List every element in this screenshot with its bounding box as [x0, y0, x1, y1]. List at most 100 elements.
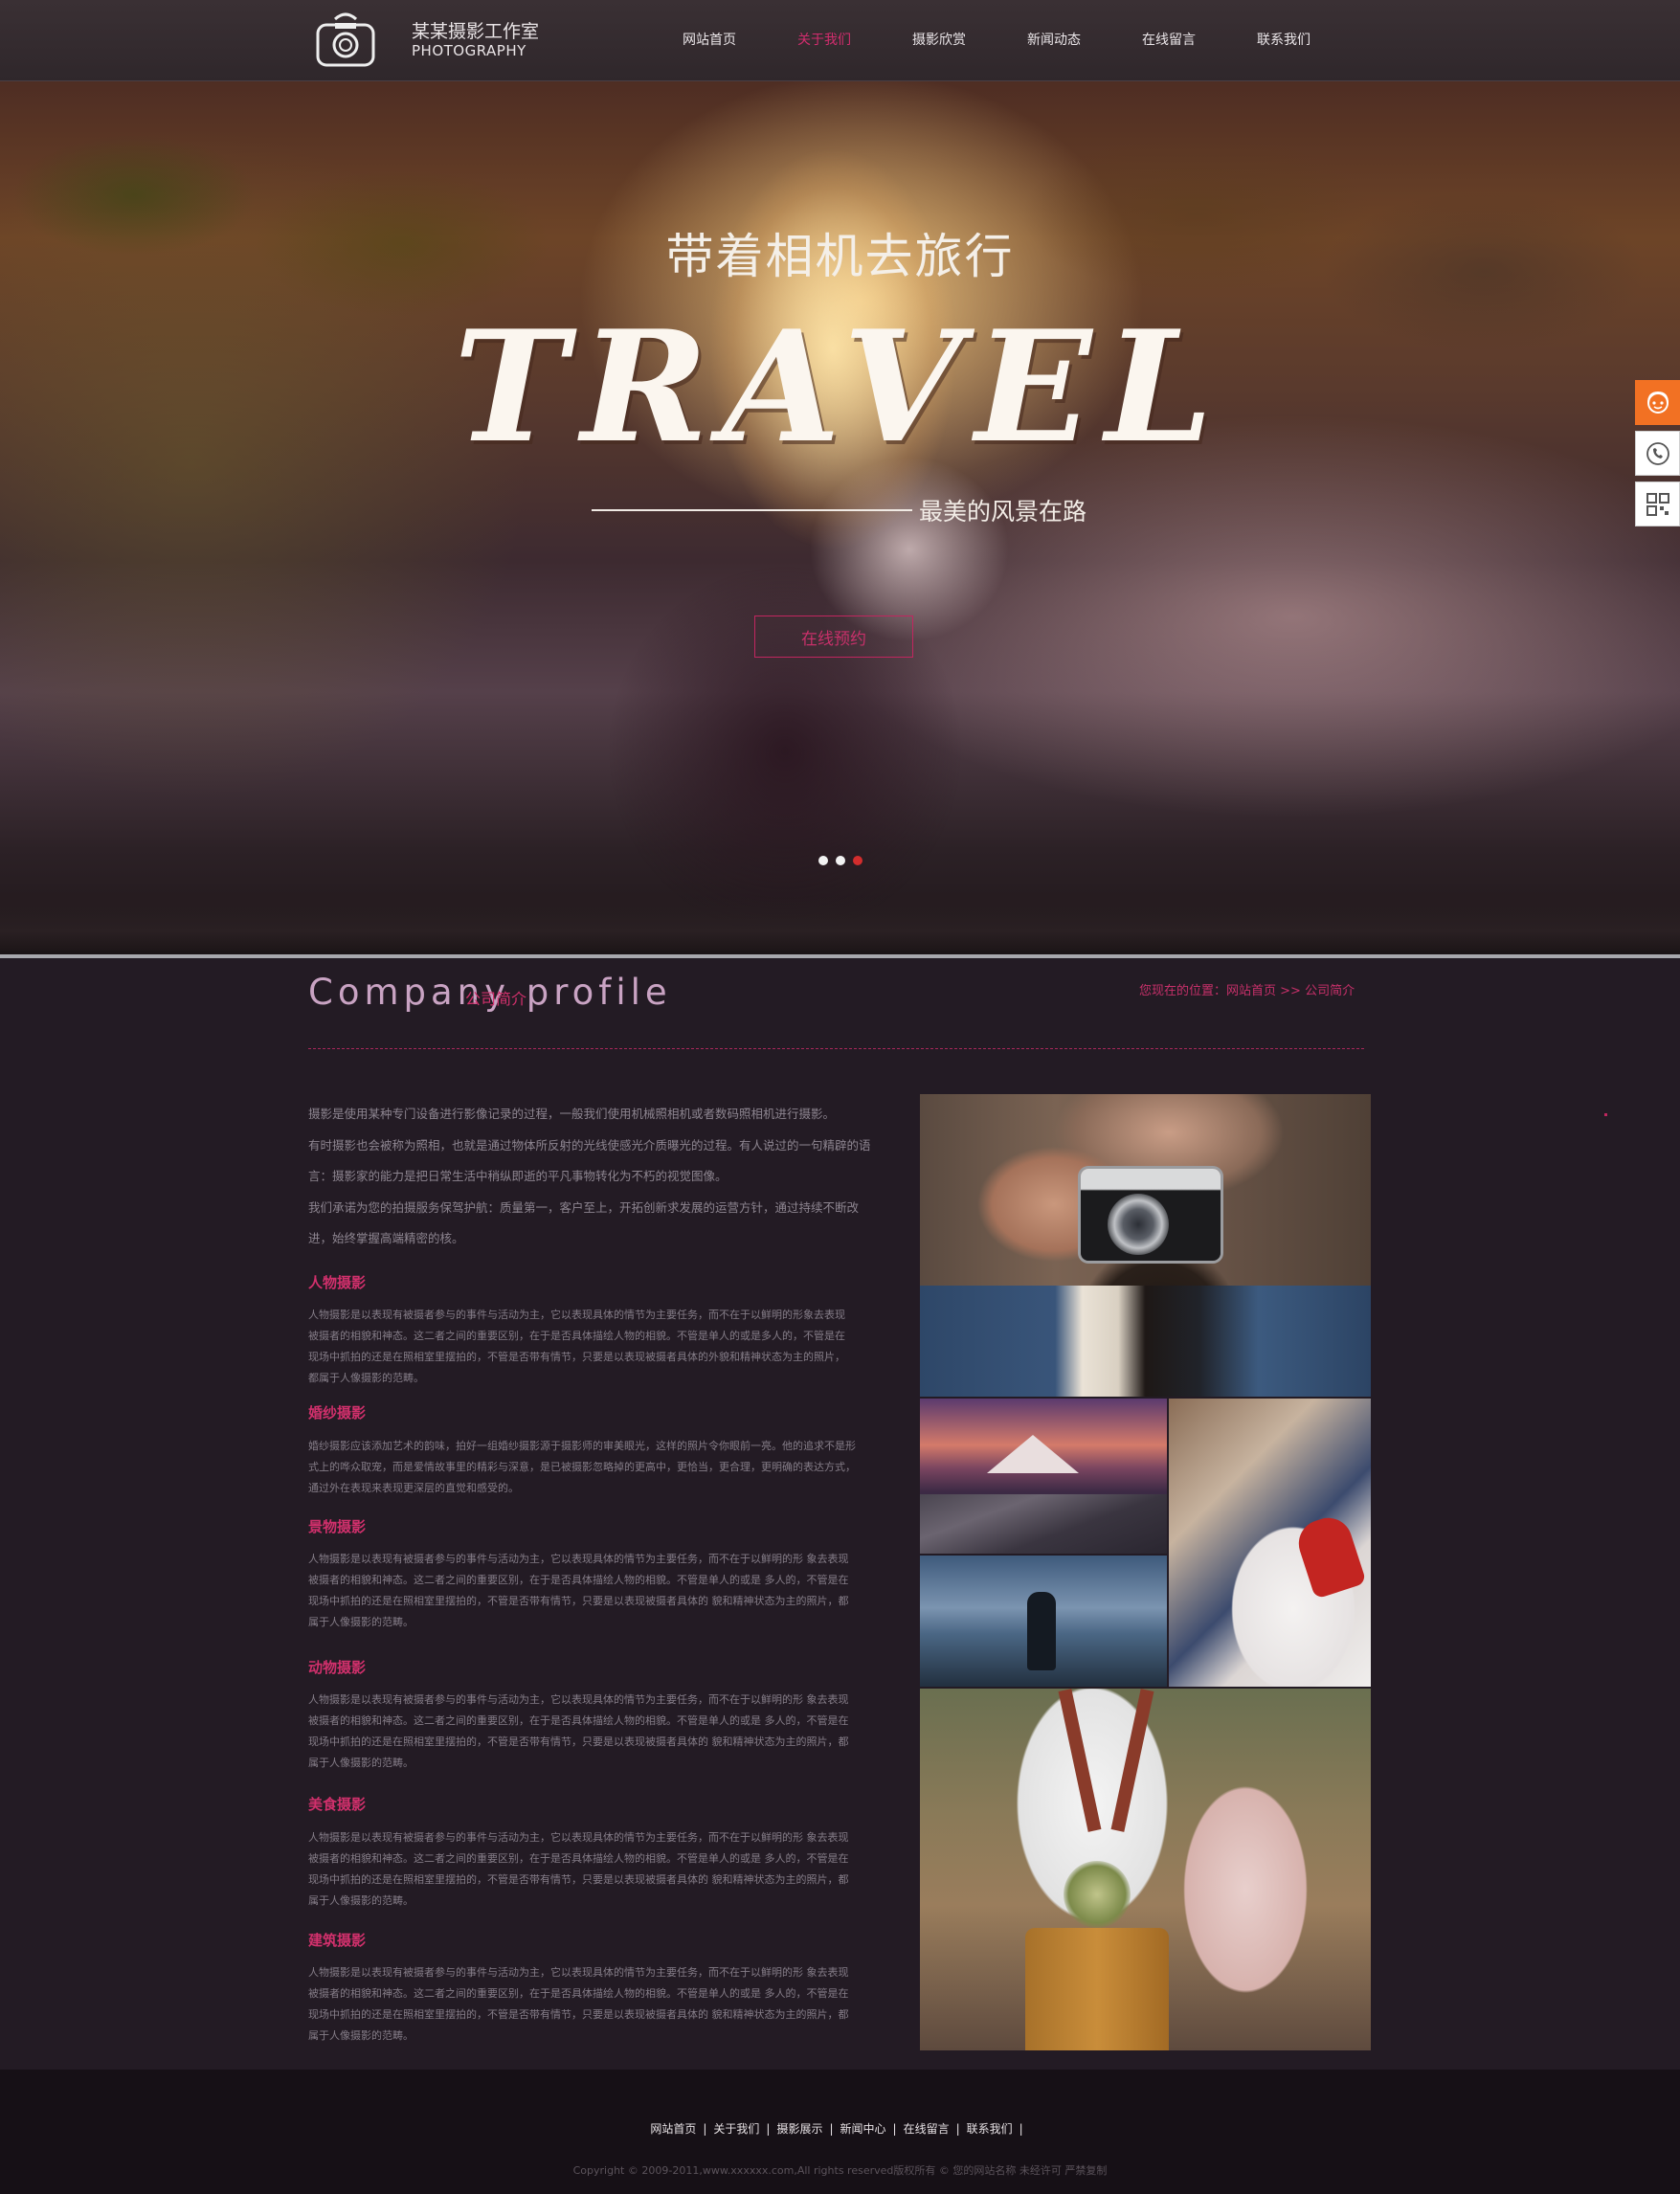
intro-line: 摄影是使用某种专门设备进行影像记录的过程，一般我们使用机械照相机或者数码照相机进…	[308, 1107, 836, 1121]
category-title-food: 美食摄影	[308, 1796, 367, 1813]
category-body-wedding: 婚纱摄影应该添加艺术的韵味，拍好一组婚纱摄影源于摄影师的审美眼光，这样的照片令你…	[308, 1436, 859, 1499]
hero-banner	[0, 80, 1680, 954]
footer-link-contact[interactable]: 联系我们	[967, 2122, 1013, 2136]
category-line: 现场中抓拍的还是在照相室里摆拍的，不管是否带有情节，只要是以表现被摄者具体的 貌…	[308, 1735, 849, 1748]
logo-subtitle[interactable]: PHOTOGRAPHY	[412, 42, 526, 59]
logo-title[interactable]: 某某摄影工作室	[412, 17, 539, 43]
snow-peak	[987, 1435, 1079, 1473]
category-line: 属于人像摄影的范畴。	[308, 1616, 414, 1628]
customer-service-button[interactable]	[1635, 380, 1680, 425]
category-body-animal: 人物摄影是以表现有被摄者参与的事件与活动为主，它以表现具体的情节为主要任务，而不…	[308, 1690, 859, 1774]
breadcrumb-prefix: 您现在的位置：	[1139, 984, 1227, 998]
qrcode-button[interactable]	[1635, 481, 1680, 526]
hero-title-en: TRAVEL	[453, 297, 1227, 477]
phone-button[interactable]	[1635, 431, 1680, 476]
hero-subtitle: 最美的风景在路	[919, 498, 1087, 526]
category-line: 式上的哗众取宠，而是爱情故事里的精彩与深意，是已被摄影忽略掉的更高中，更恰当，更…	[308, 1461, 856, 1473]
photo-man-with-camera	[920, 1094, 1371, 1397]
camera-logo-icon[interactable]	[314, 11, 377, 69]
category-line: 人物摄影是以表现有被摄者参与的事件与活动为主，它以表现具体的情节为主要任务，而不…	[308, 1693, 849, 1706]
category-body-scenery: 人物摄影是以表现有被摄者参与的事件与活动为主，它以表现具体的情节为主要任务，而不…	[308, 1549, 859, 1633]
category-line: 被摄者的相貌和神态。这二者之间的重要区别，在于是否具体描绘人物的相貌。不管是单人…	[308, 1330, 845, 1342]
footer-link-showcase[interactable]: 摄影展示	[776, 2122, 822, 2136]
intro-paragraph: 摄影是使用某种专门设备进行影像记录的过程，一般我们使用机械照相机或者数码照相机进…	[308, 1099, 897, 1255]
category-line: 现场中抓拍的还是在照相室里摆拍的，不管是否带有情节，只要是以表现被摄者具体的 貌…	[308, 1873, 849, 1886]
category-line: 被摄者的相貌和神态。这二者之间的重要区别，在于是否具体描绘人物的相貌。不管是单人…	[308, 1852, 849, 1865]
nav-about[interactable]: 关于我们	[797, 30, 851, 49]
camera-lens	[1108, 1194, 1169, 1255]
footer-link-home[interactable]: 网站首页	[650, 2122, 696, 2136]
category-body-portrait: 人物摄影是以表现有被摄者参与的事件与活动为主，它以表现具体的情节为主要任务，而不…	[308, 1305, 859, 1389]
hero-bottom-strip	[0, 954, 1680, 958]
phone-icon	[1646, 441, 1669, 465]
suspender-left	[1058, 1689, 1102, 1832]
category-body-architecture: 人物摄影是以表现有被摄者参与的事件与活动为主，它以表现具体的情节为主要任务，而不…	[308, 1962, 859, 2047]
nav-gallery[interactable]: 摄影欣赏	[912, 30, 966, 49]
foreground-rocks	[920, 1494, 1167, 1554]
intro-line: 言：摄影家的能力是把日常生活中稍纵即逝的平凡事物转化为不朽的视觉图像。	[308, 1169, 728, 1184]
category-line: 被摄者的相貌和神态。这二者之间的重要区别，在于是否具体描绘人物的相貌。不管是单人…	[308, 1574, 849, 1586]
denim-jacket	[920, 1286, 1371, 1397]
photo-couple-railway	[920, 1689, 1371, 2050]
section-title-cn: 公司简介	[465, 990, 527, 1008]
footer-separator: |	[829, 2122, 834, 2136]
category-title-portrait: 人物摄影	[308, 1274, 367, 1291]
category-line: 属于人像摄影的范畴。	[308, 1757, 414, 1769]
category-title-scenery: 景物摄影	[308, 1518, 367, 1535]
red-shoe	[1292, 1511, 1367, 1600]
intro-line: 有时摄影也会被称为照相，也就是通过物体所反射的光线使感光介质曝光的过程。有人说过…	[308, 1137, 871, 1153]
slide-dot-3[interactable]	[853, 856, 862, 865]
footer-link-about[interactable]: 关于我们	[713, 2122, 759, 2136]
flower-bouquet	[1064, 1861, 1131, 1928]
category-line: 婚纱摄影应该添加艺术的韵味，拍好一组婚纱摄影源于摄影师的审美眼光，这样的照片令你…	[308, 1440, 856, 1452]
footer-link-message[interactable]: 在线留言	[904, 2122, 950, 2136]
mustard-pants	[1025, 1928, 1169, 2050]
slide-dot-2[interactable]	[836, 856, 845, 865]
nav-contact[interactable]: 联系我们	[1257, 30, 1310, 49]
qrcode-icon	[1646, 492, 1669, 516]
hero-ground	[0, 897, 1680, 954]
category-line: 现场中抓拍的还是在照相室里摆拍的，不管是否带有情节，只要是以表现被摄者具体的 貌…	[308, 2008, 849, 2021]
category-line: 人物摄影是以表现有被摄者参与的事件与活动为主，它以表现具体的情节为主要任务，而不…	[308, 1966, 849, 1979]
nav-home[interactable]: 网站首页	[683, 30, 736, 49]
category-line: 被摄者的相貌和神态。这二者之间的重要区别，在于是否具体描绘人物的相貌。不管是单人…	[308, 1987, 849, 2000]
photo-mountain-sunset	[920, 1399, 1167, 1554]
section-dashed-divider	[308, 1048, 1364, 1049]
category-line: 现场中抓拍的还是在照相室里摆拍的，不管是否带有情节，只要是以表现被摄者具体的外貌…	[308, 1351, 845, 1363]
footer-separator: |	[766, 2122, 771, 2136]
copyright-text: Copyright © 2009-2011,www.xxxxxx.com,All…	[572, 2164, 1108, 2177]
category-line: 现场中抓拍的还是在照相室里摆拍的，不管是否带有情节，只要是以表现被摄者具体的 貌…	[308, 1595, 849, 1607]
breadcrumb-current-link[interactable]: 公司简介	[1305, 984, 1355, 998]
footer-separator: |	[703, 2122, 707, 2136]
nav-message[interactable]: 在线留言	[1142, 30, 1196, 49]
category-line: 都属于人像摄影的范畴。	[308, 1372, 424, 1384]
slide-dot-1[interactable]	[818, 856, 828, 865]
site-header: 某某摄影工作室 PHOTOGRAPHY 网站首页 关于我们 摄影欣赏 新闻动态 …	[0, 0, 1680, 81]
book-online-button[interactable]: 在线预约	[754, 616, 913, 658]
category-line: 人物摄影是以表现有被摄者参与的事件与活动为主，它以表现具体的情节为主要任务，而不…	[308, 1553, 849, 1565]
photo-wedding-shoe	[1169, 1399, 1371, 1687]
footer-separator: |	[892, 2122, 897, 2136]
intro-line: 我们承诺为您的拍摄服务保驾护航：质量第一，客户至上，开拓创新求发展的运营方针，通…	[308, 1199, 860, 1215]
category-line: 人物摄影是以表现有被摄者参与的事件与活动为主，它以表现具体的情节为主要任务，而不…	[308, 1309, 845, 1321]
category-title-architecture: 建筑摄影	[308, 1932, 367, 1949]
intro-line: 进，始终掌握高端精密的核。	[308, 1231, 464, 1246]
category-title-wedding: 婚纱摄影	[308, 1404, 367, 1422]
nav-news[interactable]: 新闻动态	[1027, 30, 1081, 49]
hero-title-cn: 带着相机去旅行	[665, 229, 1015, 284]
suspender-right	[1110, 1689, 1154, 1832]
category-line: 人物摄影是以表现有被摄者参与的事件与活动为主，它以表现具体的情节为主要任务，而不…	[308, 1831, 849, 1844]
category-line: 被摄者的相貌和神态。这二者之间的重要区别，在于是否具体描绘人物的相貌。不管是单人…	[308, 1714, 849, 1727]
footer-separator: |	[1019, 2122, 1023, 2136]
footer-link-news[interactable]: 新闻中心	[840, 2122, 886, 2136]
footer-nav: 网站首页 | 关于我们 | 摄影展示 | 新闻中心 | 在线留言 | 联系我们 |	[0, 2120, 1680, 2137]
customer-service-icon	[1646, 391, 1669, 414]
category-title-animal: 动物摄影	[308, 1659, 367, 1676]
hero-divider-line	[592, 509, 912, 511]
photographer-silhouette	[1027, 1592, 1056, 1670]
category-line: 通过外在表现来表现更深层的直觉和感受的。	[308, 1482, 519, 1494]
category-line: 属于人像摄影的范畴。	[308, 1894, 414, 1907]
breadcrumb-home-link[interactable]: 网站首页	[1226, 984, 1276, 998]
photo-photographer-coast	[920, 1556, 1167, 1687]
decorative-dot	[1604, 1113, 1607, 1116]
